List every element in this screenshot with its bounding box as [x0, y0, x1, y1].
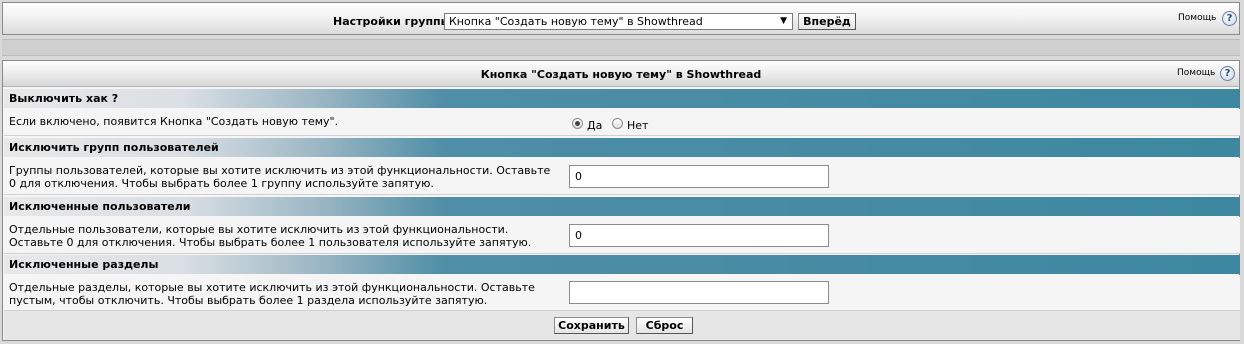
section-heading-excluded-users: Исключенные пользователи: [4, 197, 1240, 216]
group-select-value: Кнопка "Создать новую тему" в Showthread: [449, 15, 703, 28]
panel-title: Кнопка "Создать новую тему" в Showthread: [480, 68, 762, 81]
group-settings-bar: Настройки группы Кнопка "Создать новую т…: [2, 2, 1240, 35]
panel-header: Кнопка "Создать новую тему" в Showthread…: [3, 61, 1239, 87]
exclude-groups-input[interactable]: 0: [569, 165, 829, 188]
help-icon[interactable]: ?: [1222, 11, 1237, 26]
section-heading-excluded-forums: Исключенные разделы: [4, 255, 1240, 274]
form-footer: Сохранить Сброс: [4, 311, 1240, 340]
reset-button[interactable]: Сброс: [636, 317, 693, 334]
panel-help-icon[interactable]: ?: [1220, 66, 1235, 81]
group-settings-label: Настройки группы: [333, 15, 451, 28]
help-link[interactable]: Помощь: [1178, 13, 1216, 23]
save-button[interactable]: Сохранить: [554, 317, 629, 334]
settings-panel: Кнопка "Создать новую тему" в Showthread…: [2, 60, 1240, 341]
excluded-forums-input[interactable]: [569, 281, 829, 304]
setting-row-excluded-users: Отдельные пользователи, которые вы хотит…: [4, 217, 1240, 254]
radio-yes-label[interactable]: Да: [587, 119, 602, 132]
setting-row-excluded-forums: Отдельные разделы, которые вы хотите иск…: [4, 275, 1240, 311]
panel-help-link[interactable]: Помощь: [1177, 68, 1215, 78]
section-heading-disable-hack: Выключить хак ?: [4, 89, 1240, 108]
setting-description: Отдельные пользователи, которые вы хотит…: [9, 223, 532, 249]
section-heading-exclude-groups: Исключить групп пользователей: [4, 138, 1240, 157]
radio-yes[interactable]: [572, 118, 583, 129]
go-button[interactable]: Вперёд: [798, 13, 856, 30]
setting-description: Группы пользователей, которые вы хотите …: [9, 164, 551, 190]
separator-bar: [2, 39, 1240, 56]
radio-no-label[interactable]: Нет: [627, 119, 648, 132]
excluded-users-input[interactable]: 0: [569, 224, 829, 247]
setting-row-disable-hack: Если включено, появится Кнопка "Создать …: [4, 109, 1240, 136]
setting-row-exclude-groups: Группы пользователей, которые вы хотите …: [4, 158, 1240, 195]
setting-description: Отдельные разделы, которые вы хотите иск…: [9, 281, 535, 307]
group-select[interactable]: Кнопка "Создать новую тему" в Showthread…: [444, 13, 793, 30]
setting-description: Если включено, появится Кнопка "Создать …: [9, 115, 339, 128]
dropdown-arrow-icon[interactable]: ▼: [780, 14, 787, 29]
radio-no[interactable]: [612, 118, 623, 129]
